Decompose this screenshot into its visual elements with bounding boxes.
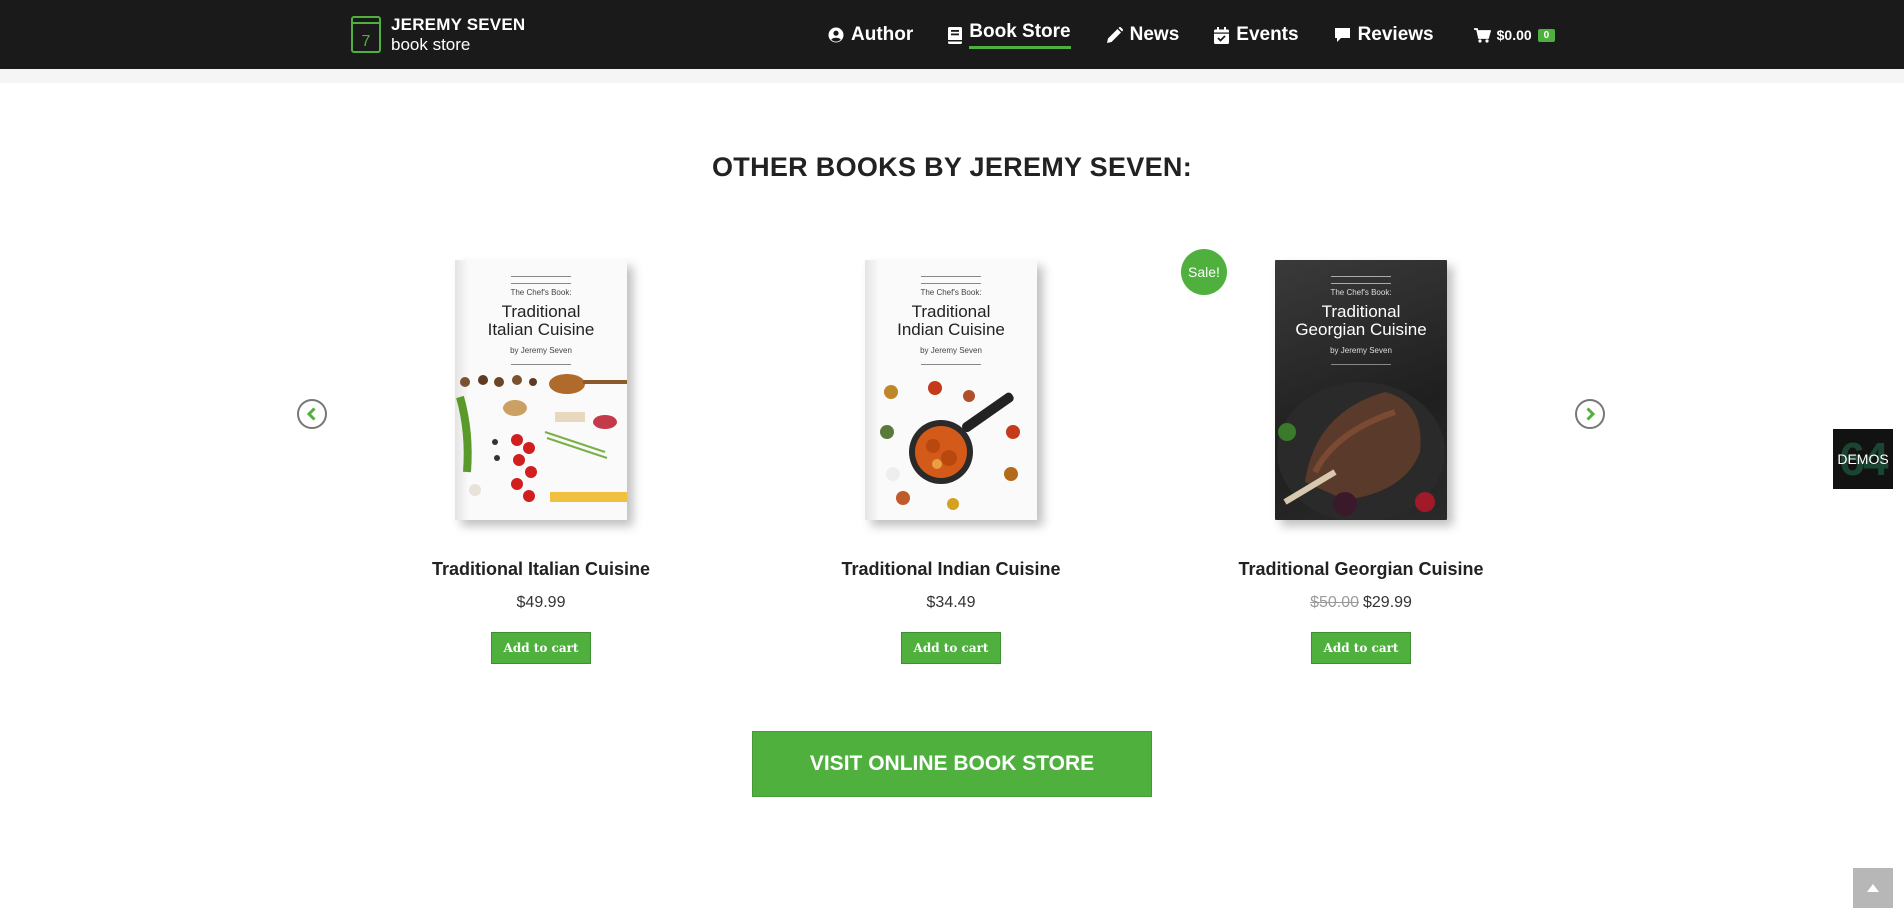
cover-series: The Chef's Book:	[510, 288, 572, 297]
nav-label: News	[1129, 24, 1180, 45]
cover-title-line: Traditional	[911, 302, 991, 321]
nav-item-reviews[interactable]: Reviews	[1334, 22, 1434, 48]
nav-label: Reviews	[1357, 24, 1434, 45]
header-shadow-bar	[0, 69, 1904, 83]
calendar-check-icon	[1214, 26, 1230, 44]
product-price: $49.99	[376, 594, 706, 612]
book-icon	[948, 26, 963, 44]
cover-series: The Chef's Book:	[1330, 288, 1392, 297]
carousel-prev-button[interactable]	[297, 399, 327, 429]
add-to-cart-button[interactable]: Add to cart	[490, 632, 592, 664]
user-circle-icon	[828, 27, 844, 43]
nav-label: Events	[1236, 24, 1299, 45]
product-card: The Chef's Book: Traditional Georgian Cu…	[1196, 255, 1526, 664]
product-title[interactable]: Traditional Italian Cuisine	[376, 559, 706, 580]
chevron-left-icon	[306, 407, 316, 421]
cover-title-line: Italian Cuisine	[487, 320, 595, 339]
chevron-right-icon	[1586, 407, 1596, 421]
product-title[interactable]: Traditional Georgian Cuisine	[1196, 559, 1526, 580]
cart-count-badge: 0	[1537, 28, 1556, 42]
cover-author: by Jeremy Seven	[920, 346, 982, 355]
nav-item-book-store[interactable]: Book Store	[948, 21, 1071, 49]
ornament	[511, 276, 571, 284]
current-price: $29.99	[1363, 594, 1412, 611]
site-logo[interactable]: 7 JEREMY SEVEN book store	[351, 15, 525, 55]
indian-curry-illustration	[880, 381, 1020, 510]
cover-author: by Jeremy Seven	[510, 346, 572, 355]
pencil-icon	[1106, 26, 1123, 43]
product-title[interactable]: Traditional Indian Cuisine	[786, 559, 1116, 580]
product-card: The Chef's Book: Traditional Indian Cuis…	[786, 255, 1116, 664]
demos-label: DEMOS	[1837, 451, 1889, 467]
old-price: $50.00	[1310, 594, 1359, 611]
cover-title-line: Traditional	[501, 302, 581, 321]
product-price: $50.00 $29.99	[1196, 594, 1526, 612]
site-header: 7 JEREMY SEVEN book store Author Book St…	[0, 0, 1904, 69]
comment-icon	[1334, 28, 1350, 42]
cart-icon	[1473, 27, 1491, 43]
book-logo-icon: 7	[351, 15, 381, 53]
nav-label: Book Store	[969, 21, 1071, 49]
cart-button[interactable]: $0.00 0	[1473, 27, 1556, 43]
main-nav: Author Book Store News Events Reviews $0…	[828, 21, 1556, 49]
nav-item-events[interactable]: Events	[1214, 22, 1299, 48]
product-card: The Chef's Book: Traditional Italian Cui…	[376, 255, 706, 664]
carousel-next-button[interactable]	[1575, 399, 1605, 429]
book-cover-image[interactable]: The Chef's Book: Traditional Italian Cui…	[455, 260, 627, 520]
demos-widget[interactable]: 64 DEMOS	[1833, 429, 1893, 489]
ornament	[511, 360, 571, 365]
nav-item-author[interactable]: Author	[828, 22, 913, 48]
visit-online-store-button[interactable]: VISIT ONLINE BOOK STORE	[752, 731, 1152, 797]
logo-title: JEREMY SEVEN	[391, 15, 526, 34]
cover-title-line: Traditional	[1321, 302, 1401, 321]
section-title: OTHER BOOKS BY JEREMY SEVEN:	[711, 152, 1192, 182]
book-cover-image[interactable]: The Chef's Book: Traditional Indian Cuis…	[865, 260, 1037, 520]
ornament	[921, 276, 981, 284]
ornament	[1331, 276, 1391, 284]
cover-title: Traditional Indian Cuisine	[865, 303, 1037, 339]
cover-title-line: Indian Cuisine	[897, 320, 1005, 339]
arrow-up-icon	[1867, 884, 1879, 892]
roast-lamb-illustration	[1277, 382, 1445, 520]
current-price: $34.49	[926, 594, 976, 611]
cover-series: The Chef's Book:	[920, 288, 982, 297]
nav-label: Author	[851, 24, 914, 45]
current-price: $49.99	[516, 594, 566, 611]
svg-text:7: 7	[362, 33, 371, 50]
cover-author: by Jeremy Seven	[1330, 346, 1392, 355]
book-cover-image[interactable]: The Chef's Book: Traditional Georgian Cu…	[1275, 260, 1447, 520]
add-to-cart-button[interactable]: Add to cart	[1310, 632, 1412, 664]
cover-title-line: Georgian Cuisine	[1295, 320, 1427, 339]
cover-title: Traditional Georgian Cuisine	[1275, 303, 1447, 339]
back-to-top-button[interactable]	[1853, 868, 1893, 908]
nav-item-news[interactable]: News	[1106, 22, 1180, 48]
ornament	[921, 360, 981, 365]
ornament	[1331, 360, 1391, 365]
italian-ingredients-illustration	[456, 374, 627, 502]
product-price: $34.49	[786, 594, 1116, 612]
cover-title: Traditional Italian Cuisine	[455, 303, 627, 339]
logo-subtitle: book store	[391, 35, 471, 54]
cart-total: $0.00	[1496, 27, 1532, 43]
add-to-cart-button[interactable]: Add to cart	[900, 632, 1002, 664]
